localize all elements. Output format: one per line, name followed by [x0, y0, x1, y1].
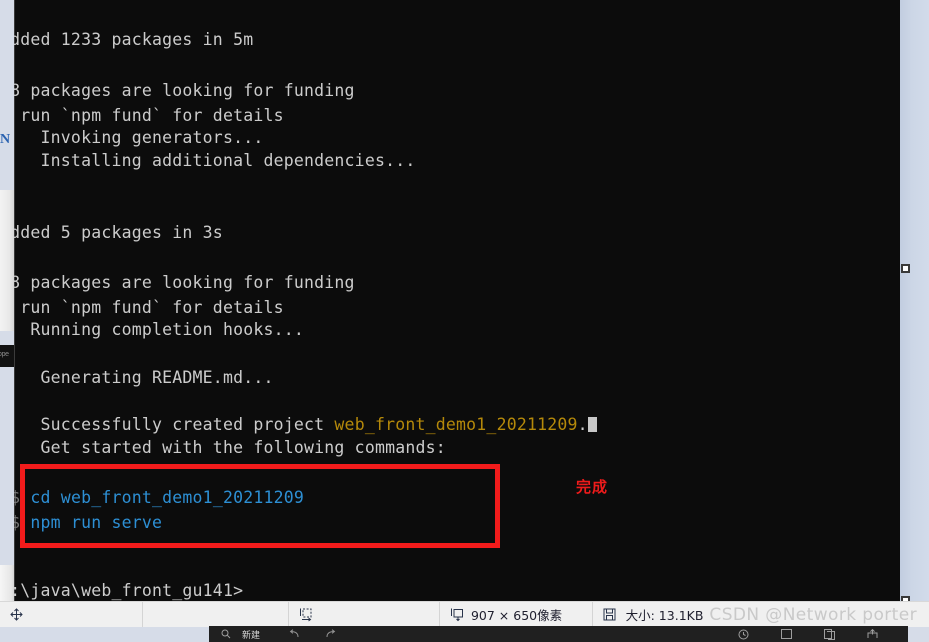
annotation-label: 完成 — [576, 478, 609, 496]
move-arrows-icon — [10, 608, 23, 621]
status-cell-empty — [143, 602, 289, 627]
dimensions-icon — [450, 608, 465, 622]
terminal-text-white: added 1233 packages in 5m — [14, 30, 254, 49]
terminal-text-white: run `npm fund` for details — [14, 106, 284, 125]
terminal-line: G:\java\web_front_gu141> — [14, 578, 900, 601]
selection-resize-icon — [299, 608, 314, 622]
terminal-text-gray: $ — [14, 513, 21, 532]
terminal-text-white: . — [577, 415, 588, 434]
terminal-text-yellow: web_front_demo1_20211209 — [334, 415, 578, 434]
background-window-edge-text: ope — [0, 351, 9, 358]
terminal-line: ? Get started with the following command… — [14, 435, 900, 461]
selection-handle-right[interactable] — [901, 264, 910, 273]
filesize-icon — [603, 608, 616, 621]
clock-icon[interactable] — [738, 629, 749, 640]
status-cell-dimensions: 907 × 650像素 — [440, 602, 593, 627]
search-icon[interactable] — [221, 629, 231, 639]
terminal-text-white: G:\java\web_front_gu141> — [14, 581, 244, 600]
console-window[interactable]: added 1233 packages in 5m 18 packages are… — [14, 0, 900, 601]
terminal-line: added 1233 packages in 5m — [14, 27, 900, 53]
terminal-line: 18 packages are looking for funding — [14, 270, 900, 296]
csdn-watermark: CSDN @Network porter — [709, 604, 917, 625]
terminal-text-gray: $ — [14, 488, 21, 507]
terminal-line: added 5 packages in 3s — [14, 220, 900, 246]
status-cell-filesize-and-watermark: 大小: 13.1KB CSDN @Network porter — [593, 602, 929, 627]
taskbar-left-group: 新建 — [209, 628, 336, 641]
terminal-text-white: ? Get started with the following command… — [14, 438, 446, 457]
taskbar: 新建 — [209, 626, 908, 642]
terminal-line: $ cd web_front_demo1_20211209 — [14, 485, 900, 511]
terminal-text-white: 18 packages are looking for funding — [14, 273, 355, 292]
terminal-line: ? Running completion hooks... — [14, 317, 900, 343]
terminal-text-white: ? Successfully created project — [14, 415, 335, 434]
redo-icon[interactable] — [325, 629, 336, 639]
terminal-text-white: ? Running completion hooks... — [14, 320, 305, 339]
undo-icon[interactable] — [289, 629, 300, 639]
status-cell-move[interactable] — [0, 602, 143, 627]
terminal-text-white: ? Generating README.md... — [14, 368, 274, 387]
dimensions-label: 907 × 650像素 — [470, 608, 563, 623]
copy-icon[interactable] — [824, 628, 835, 640]
terminal-text-white: ? Invoking generators... — [14, 128, 264, 147]
terminal-text-white: ? Installing additional dependencies... — [14, 151, 416, 170]
screenshot-root: ope N added 1233 packages in 5m 18 packag… — [0, 0, 929, 642]
taskbar-right-group — [738, 628, 878, 640]
status-bar: 907 × 650像素 大小: 13.1KB CSDN @Network por… — [0, 601, 929, 627]
terminal-text-cyan: cd web_front_demo1_20211209 — [30, 488, 305, 507]
filesize-label: 大小: 13.1KB — [625, 608, 704, 623]
share-icon[interactable] — [867, 628, 878, 640]
terminal-output: added 1233 packages in 5m 18 packages are… — [14, 0, 900, 601]
terminal-text-cyan: npm run serve — [30, 513, 163, 532]
taskbar-new-label[interactable]: 新建 — [242, 628, 260, 641]
snip-tool-backdrop — [900, 0, 929, 601]
terminal-text-white: 18 packages are looking for funding — [14, 81, 355, 100]
terminal-line: ? Invoking generators... — [14, 125, 900, 151]
terminal-line: ? Installing additional dependencies... — [14, 148, 900, 174]
terminal-text-white: added 5 packages in 3s — [14, 223, 223, 242]
terminal-line: ? Generating README.md... — [14, 365, 900, 391]
status-cell-selection[interactable] — [289, 602, 440, 627]
terminal-line: ? Successfully created project web_front… — [14, 412, 900, 438]
terminal-line: 18 packages are looking for funding — [14, 78, 900, 104]
terminal-line: $ npm run serve — [14, 510, 900, 536]
edge-letter-n: N — [0, 132, 11, 147]
terminal-cursor — [587, 417, 597, 432]
terminal-text-white: run `npm fund` for details — [14, 298, 284, 317]
window-icon[interactable] — [781, 629, 792, 639]
